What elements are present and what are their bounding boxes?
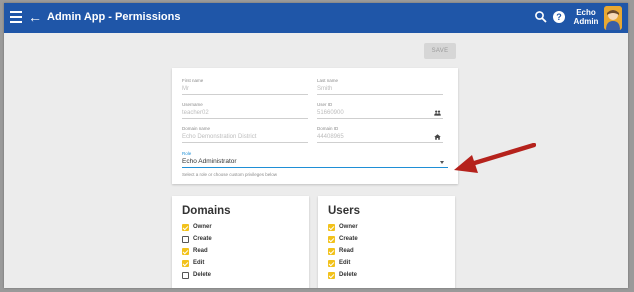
checkbox-checked-icon — [182, 224, 189, 231]
users-delete-checkbox[interactable]: Delete — [328, 271, 438, 281]
users-edit-checkbox[interactable]: Edit — [328, 259, 438, 269]
permission-label: Owner — [339, 224, 358, 230]
domain-id-field[interactable]: Domain ID 44408965 — [317, 126, 443, 143]
domains-delete-checkbox[interactable]: Delete — [182, 271, 292, 281]
user-id-field[interactable]: User ID 51660900 — [317, 102, 443, 119]
permission-label: Delete — [193, 272, 212, 278]
checkbox-checked-icon — [328, 224, 335, 231]
domain-name-field[interactable]: Domain name Echo Demonstration District — [182, 126, 308, 143]
checkbox-unchecked-icon — [182, 236, 189, 243]
domains-create-checkbox[interactable]: Create — [182, 235, 292, 245]
domains-owner-checkbox[interactable]: Owner — [182, 223, 292, 233]
role-helper-text: Select a role or choose custom privilege… — [182, 172, 278, 177]
home-icon — [434, 134, 441, 140]
users-permissions-card: Users Owner Create Read Edit Delete — [318, 196, 455, 288]
people-icon — [434, 110, 441, 116]
user-id-value: 51660900 — [317, 110, 344, 116]
user-name-line2: Admin — [573, 17, 599, 26]
checkbox-checked-icon — [328, 236, 335, 243]
domains-title: Domains — [182, 205, 231, 217]
domains-permissions-card: Domains Owner Create Read Edit Delete — [172, 196, 309, 288]
user-name-line1: Echo — [576, 8, 596, 17]
app-bar: ← Admin App - Permissions ? Echo Admin — [4, 3, 628, 33]
search-icon[interactable] — [534, 10, 548, 24]
checkbox-checked-icon — [328, 260, 335, 267]
last-name-field[interactable]: Last name Smith — [317, 78, 443, 95]
role-value: Echo Administrator — [182, 158, 237, 165]
permission-label: Edit — [193, 260, 205, 266]
first-name-field[interactable]: First name Mr — [182, 78, 308, 95]
annotation-arrow-icon — [454, 143, 536, 173]
permission-label: Edit — [339, 260, 351, 266]
checkbox-checked-icon — [328, 248, 335, 255]
domains-read-checkbox[interactable]: Read — [182, 247, 292, 257]
help-icon[interactable]: ? — [553, 11, 565, 23]
checkbox-checked-icon — [328, 272, 335, 279]
permission-label: Read — [193, 248, 208, 254]
domain-name-value: Echo Demonstration District — [182, 132, 308, 143]
permission-label: Owner — [193, 224, 212, 230]
last-name-value: Smith — [317, 84, 443, 95]
arrow-back-icon[interactable]: ← — [28, 9, 42, 25]
users-read-checkbox[interactable]: Read — [328, 247, 438, 257]
username-field[interactable]: Username teacher02 — [182, 102, 308, 119]
permission-label: Read — [339, 248, 354, 254]
domain-id-value: 44408965 — [317, 134, 344, 140]
chevron-down-icon[interactable] — [440, 161, 444, 164]
username-value: teacher02 — [182, 108, 308, 119]
permission-label: Delete — [339, 272, 358, 278]
permission-label: Create — [193, 236, 212, 242]
app-window: ← Admin App - Permissions ? Echo Admin S… — [4, 3, 628, 288]
first-name-value: Mr — [182, 84, 308, 95]
checkbox-checked-icon — [182, 260, 189, 267]
page-title: Admin App - Permissions — [47, 11, 181, 23]
domains-edit-checkbox[interactable]: Edit — [182, 259, 292, 269]
hamburger-menu-icon[interactable] — [10, 11, 22, 25]
permission-label: Create — [339, 236, 358, 242]
role-select[interactable]: Role Echo Administrator — [182, 151, 448, 168]
users-title: Users — [328, 205, 360, 217]
users-owner-checkbox[interactable]: Owner — [328, 223, 438, 233]
avatar[interactable] — [604, 6, 622, 30]
user-profile-card: First name Mr Last name Smith Username t… — [172, 68, 458, 184]
checkbox-checked-icon — [182, 248, 189, 255]
checkbox-unchecked-icon — [182, 272, 189, 279]
users-create-checkbox[interactable]: Create — [328, 235, 438, 245]
user-name[interactable]: Echo Admin — [573, 8, 599, 26]
save-button[interactable]: SAVE — [424, 43, 456, 59]
